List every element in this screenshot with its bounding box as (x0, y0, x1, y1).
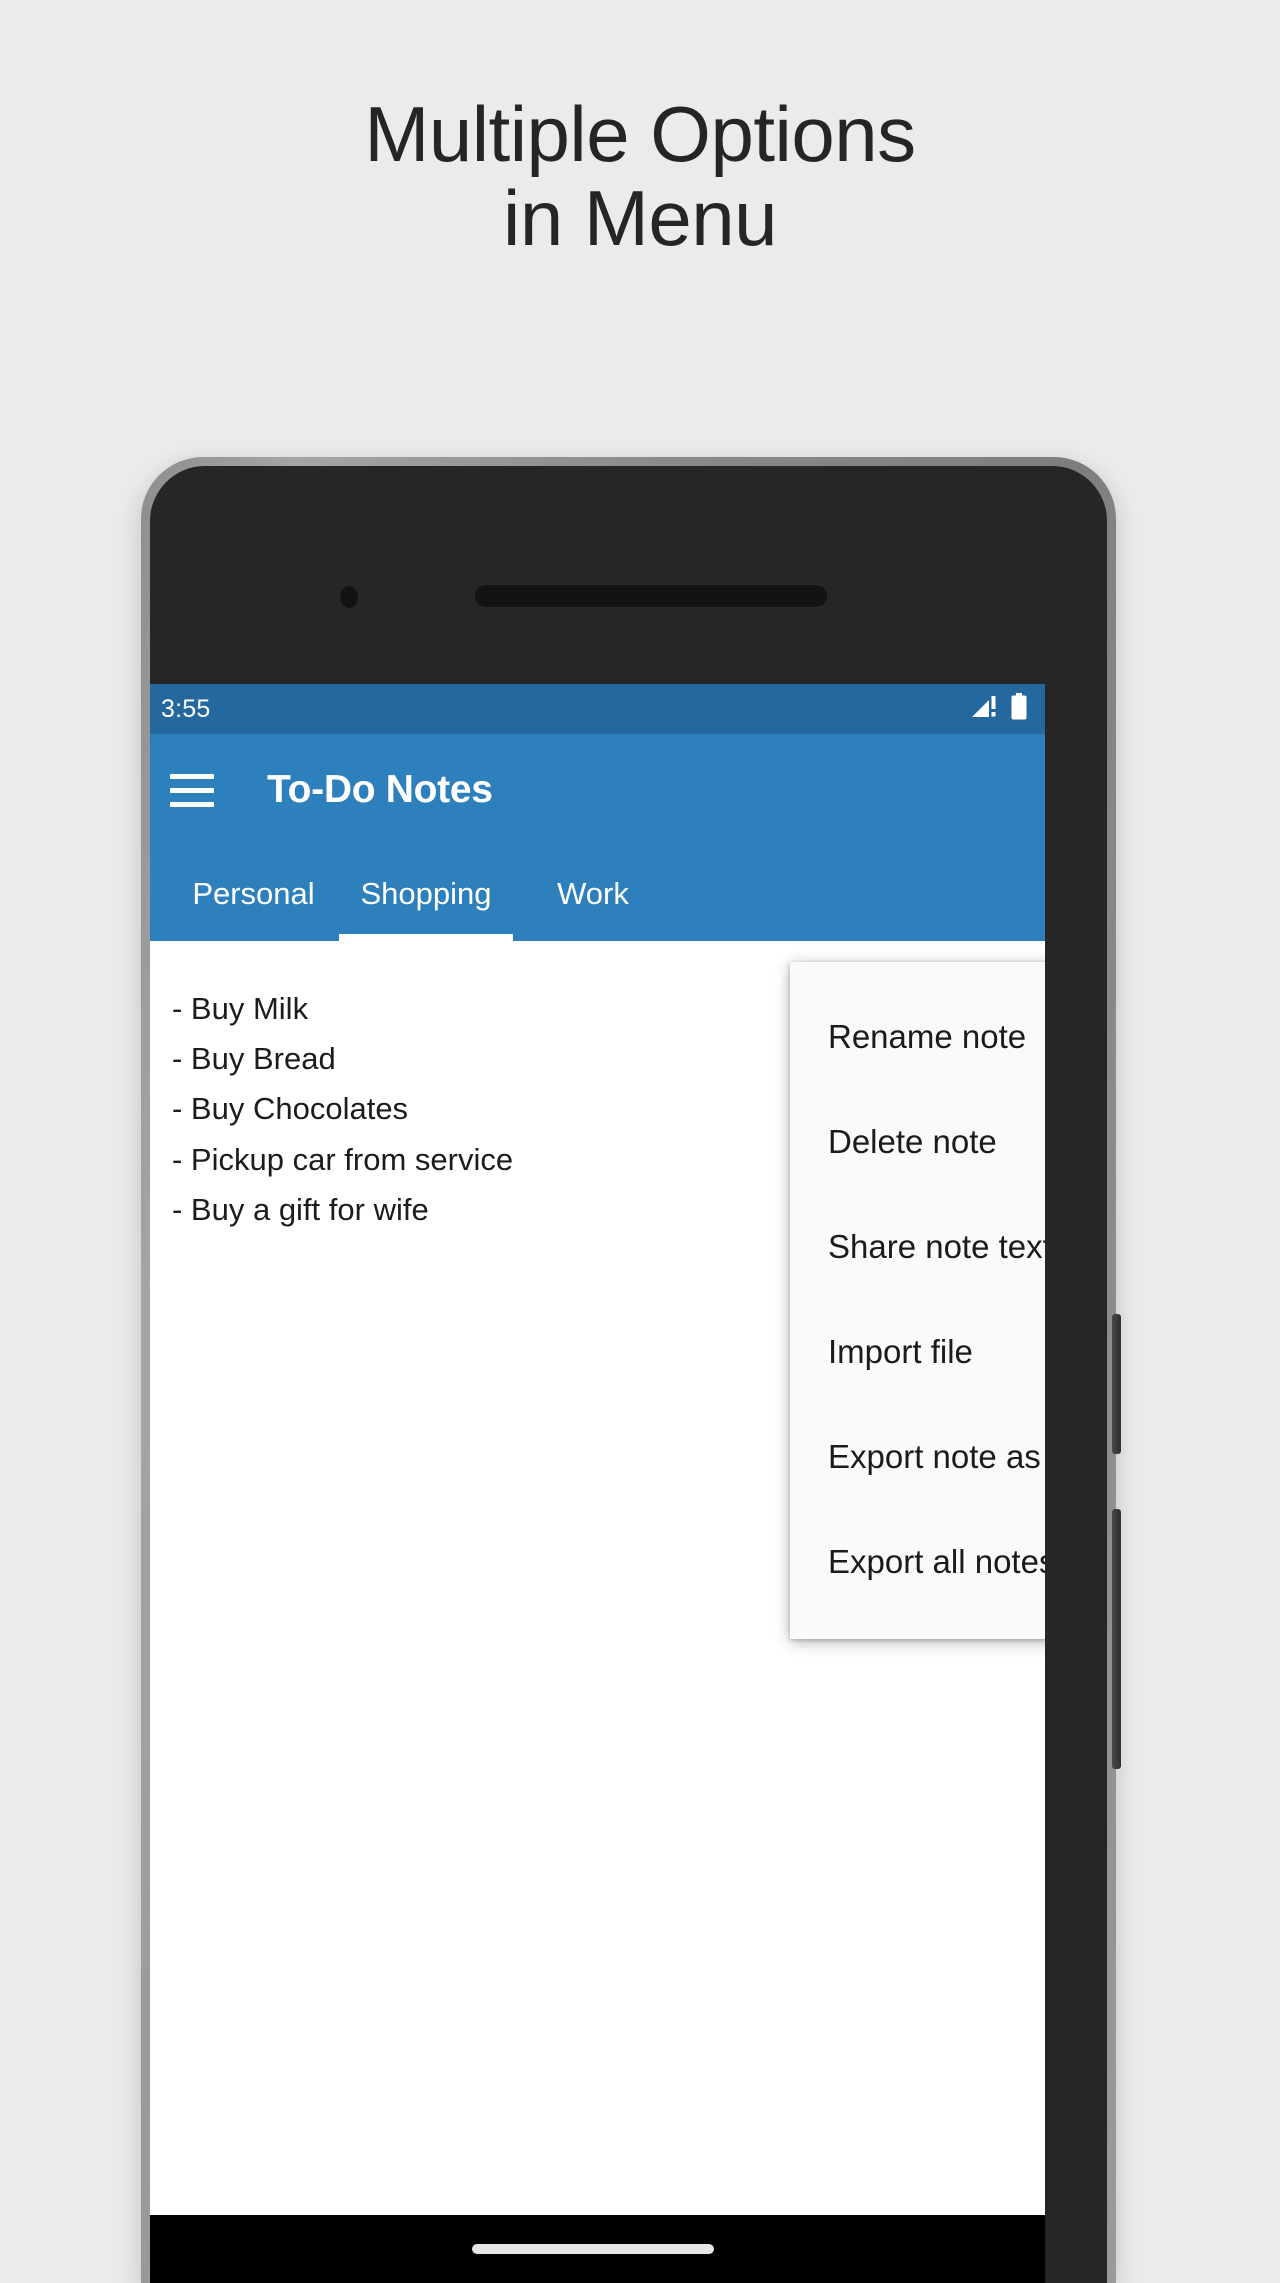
signal-icon (970, 694, 997, 724)
hamburger-line (170, 787, 214, 793)
menu-item-share-note-text[interactable]: Share note text (790, 1194, 1045, 1299)
home-gesture-pill[interactable] (472, 2244, 714, 2254)
page-title: Multiple Options in Menu (0, 90, 1280, 263)
menu-item-delete-note[interactable]: Delete note (790, 1089, 1045, 1194)
tab-label: Shopping (360, 875, 492, 911)
volume-button[interactable] (1112, 1509, 1121, 1769)
tab-indicator (339, 934, 513, 941)
navigation-bar (150, 2215, 1045, 2283)
status-bar-icons (970, 693, 1028, 725)
menu-item-rename-note[interactable]: Rename note (790, 984, 1045, 1089)
menu-item-import-file[interactable]: Import file (790, 1299, 1045, 1404)
menu-item-export-all-notes-as-file[interactable]: Export all notes as file (790, 1509, 1045, 1614)
tab-bar: Personal Shopping Work (150, 846, 1045, 941)
phone-mockup: 3:55 To-Do Notes Personal Shopping Work … (141, 457, 1121, 2283)
hamburger-icon[interactable] (170, 773, 214, 807)
menu-item-export-note-as-file[interactable]: Export note as file (790, 1404, 1045, 1509)
tab-label: Personal (192, 875, 315, 911)
status-bar-clock: 3:55 (161, 694, 211, 723)
app-screen: 3:55 To-Do Notes Personal Shopping Work … (150, 684, 1045, 2283)
power-button[interactable] (1112, 1314, 1121, 1454)
page-title-line-1: Multiple Options (364, 90, 916, 178)
tab-personal[interactable]: Personal (168, 846, 339, 941)
app-title: To-Do Notes (267, 768, 493, 811)
page-title-line-2: in Menu (503, 174, 778, 263)
hamburger-line (170, 773, 214, 779)
hamburger-line (170, 801, 214, 807)
tab-work[interactable]: Work (513, 846, 673, 941)
phone-body: 3:55 To-Do Notes Personal Shopping Work … (150, 466, 1107, 2283)
app-bar: To-Do Notes (150, 734, 1045, 846)
tab-label: Work (557, 875, 629, 911)
battery-icon (1010, 693, 1028, 725)
tab-shopping[interactable]: Shopping (339, 846, 513, 941)
status-bar: 3:55 (150, 684, 1045, 734)
overflow-menu: Rename note Delete note Share note text … (790, 962, 1045, 1639)
phone-screen: 3:55 To-Do Notes Personal Shopping Work … (150, 466, 1107, 2283)
